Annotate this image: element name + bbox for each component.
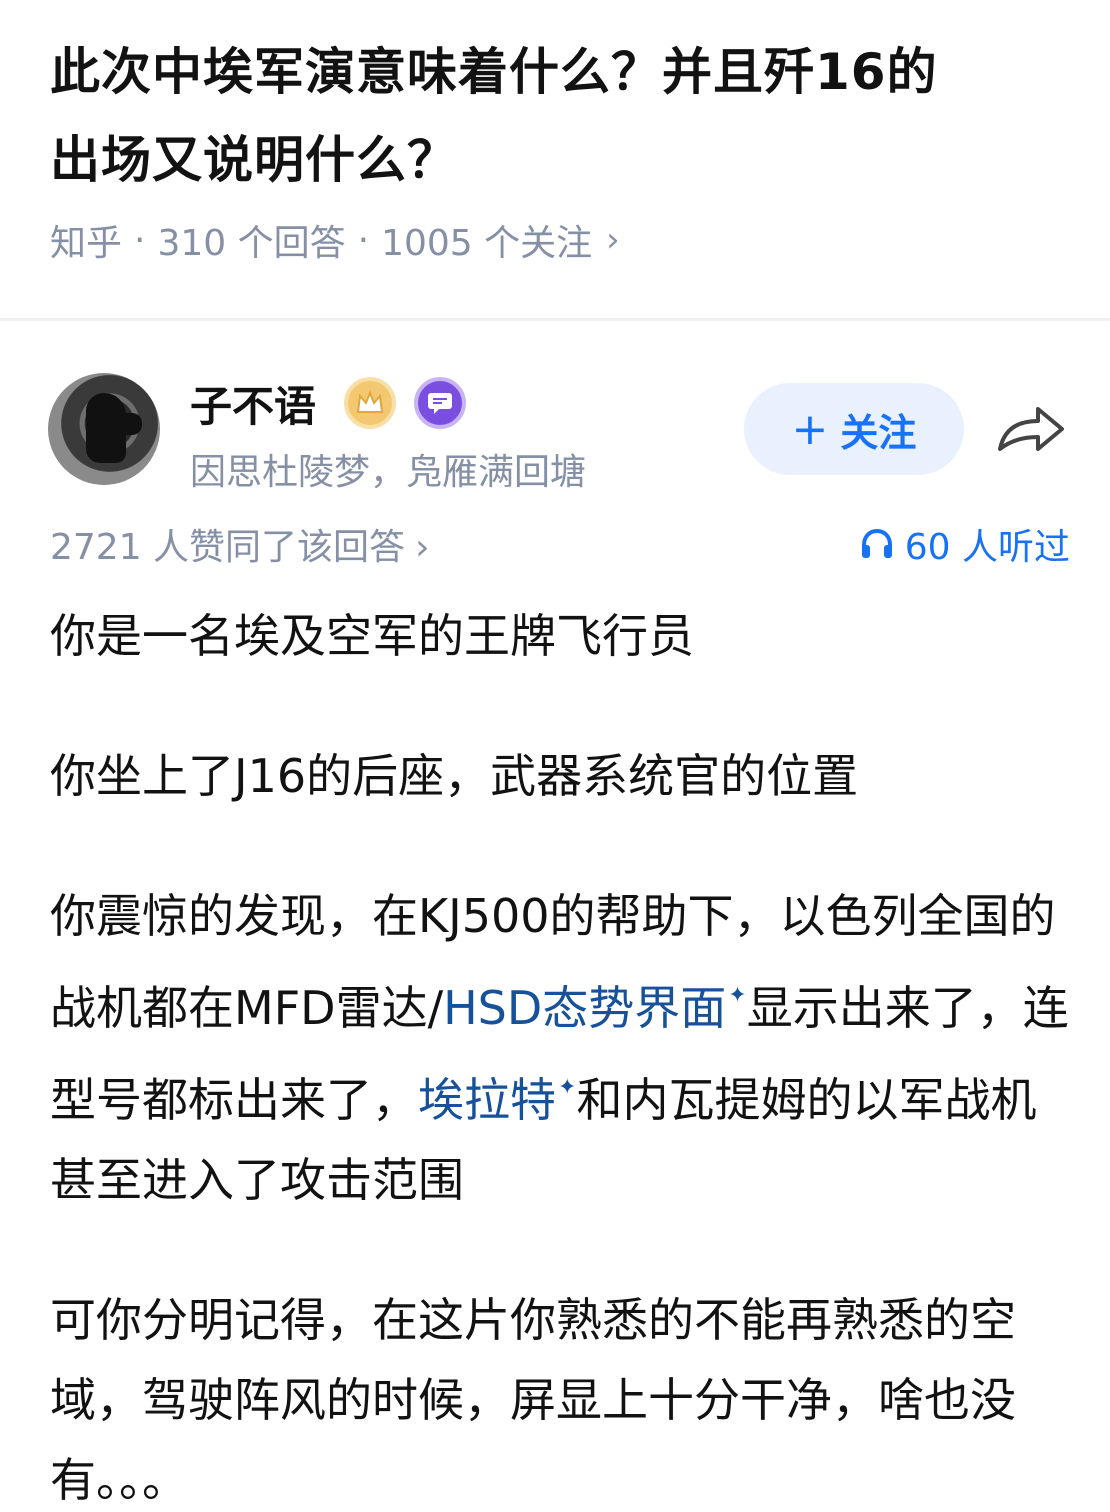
- question-title-line2[interactable]: 出场又说明什么？: [50, 116, 1070, 204]
- separator-dot: ·: [357, 219, 370, 261]
- avatar[interactable]: [48, 373, 160, 485]
- chevron-right-icon: ›: [415, 527, 430, 568]
- question-meta[interactable]: 知乎 · 310 个回答 · 1005 个关注 ›: [50, 214, 620, 266]
- share-icon[interactable]: [994, 399, 1068, 459]
- answer-count: 310 个回答: [157, 223, 346, 264]
- follower-count: 1005 个关注: [381, 223, 593, 264]
- paragraph: 你是一名埃及空军的王牌飞行员: [50, 609, 694, 663]
- question-title-line1[interactable]: 此次中埃军演意味着什么？并且歼16的: [50, 28, 1070, 116]
- question-title[interactable]: 此次中埃军演意味着什么？并且歼16的 出场又说明什么？: [50, 28, 1070, 204]
- answer-content: 你是一名埃及空军的王牌飞行员 你坐上了J16的后座，武器系统官的位置 你震惊的发…: [50, 596, 1070, 1512]
- listen-label: 60 人听过: [904, 527, 1070, 568]
- answer-stats: 2721 人赞同了该回答 › 60 人听过: [50, 518, 1070, 574]
- chat-badge-icon[interactable]: [414, 377, 466, 429]
- plus-icon: +: [791, 403, 829, 455]
- author-name[interactable]: 子不语: [190, 373, 316, 434]
- author-bio: 因思杜陵梦，凫雁满回塘: [190, 452, 587, 493]
- crown-badge-icon[interactable]: [344, 377, 396, 429]
- paragraph: 可你分明记得，在这片你熟悉的不能再熟悉的空域，驾驶阵风的时候，屏显上十分干净，啥…: [50, 1293, 1016, 1507]
- link-eilat[interactable]: 埃拉特: [418, 1073, 556, 1127]
- follow-button[interactable]: + 关注: [744, 383, 964, 475]
- author-row: 子不语 因思杜陵梦，凫雁满回塘 + 关注: [48, 373, 1088, 493]
- paragraph: 你坐上了J16的后座，武器系统官的位置: [50, 749, 859, 803]
- section-divider: [0, 318, 1110, 321]
- sparkle-icon: ✦: [728, 983, 747, 1008]
- agree-count[interactable]: 2721 人赞同了该回答 ›: [50, 518, 429, 570]
- source-label: 知乎: [50, 223, 123, 264]
- sparkle-icon: ✦: [558, 1075, 577, 1100]
- chevron-right-icon: ›: [606, 220, 620, 260]
- headphones-icon: [861, 528, 892, 558]
- agree-label: 2721 人赞同了该回答: [50, 527, 406, 568]
- link-hsd[interactable]: HSD态势界面: [443, 981, 726, 1035]
- listen-count[interactable]: 60 人听过: [859, 518, 1070, 570]
- question-header: 此次中埃军演意味着什么？并且歼16的 出场又说明什么？: [50, 28, 1070, 204]
- follow-label: 关注: [840, 410, 917, 455]
- paragraph: 你震惊的发现，在KJ500的帮助下，以色列全国的战机都在MFD雷达/HSD态势界…: [50, 876, 1070, 1220]
- avatar-figure-detail: [108, 413, 142, 435]
- separator-dot: ·: [134, 219, 146, 261]
